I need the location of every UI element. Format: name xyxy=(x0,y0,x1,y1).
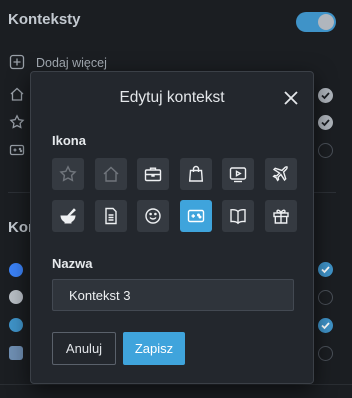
icon-option-airplane[interactable] xyxy=(264,158,297,190)
briefcase-icon xyxy=(144,167,162,182)
gamepad-icon xyxy=(187,209,204,223)
plus-square-icon[interactable] xyxy=(9,54,25,70)
icon-option-star[interactable] xyxy=(52,158,84,190)
icon-option-mortar-pestle[interactable] xyxy=(52,200,84,232)
contexts-title: Konteksty xyxy=(8,11,81,28)
icon-option-smiley[interactable] xyxy=(137,200,169,232)
app-vk-checkbox[interactable] xyxy=(318,346,333,361)
app-telegram-checkbox[interactable] xyxy=(318,318,333,333)
context-star-checkbox[interactable] xyxy=(318,115,333,130)
icon-picker xyxy=(52,158,297,232)
smiley-icon xyxy=(145,208,161,224)
home-icon xyxy=(10,87,24,101)
video-player-icon xyxy=(229,167,247,183)
star-icon xyxy=(9,114,25,129)
context-name-input[interactable] xyxy=(52,279,294,311)
star-icon xyxy=(59,165,77,182)
airplane-icon xyxy=(271,166,288,182)
icon-option-briefcase[interactable] xyxy=(137,158,169,190)
mortar-pestle-icon xyxy=(60,208,76,224)
context-home-checkbox[interactable] xyxy=(318,88,333,103)
edit-context-dialog: Edytuj kontekst Ikona Nazwa Kontekst 3 A… xyxy=(30,71,314,384)
gift-icon xyxy=(272,209,289,224)
cancel-button[interactable]: Anuluj xyxy=(52,332,116,365)
icon-option-home[interactable] xyxy=(94,158,127,190)
context-gamepad-checkbox[interactable] xyxy=(318,143,333,158)
gamepad-icon xyxy=(9,144,25,156)
book-icon xyxy=(230,209,246,225)
icon-option-gamepad[interactable] xyxy=(179,200,212,232)
shopping-bag-icon xyxy=(188,165,203,182)
icon-option-gift[interactable] xyxy=(264,200,297,232)
add-more-link[interactable]: Dodaj więcej xyxy=(36,56,107,70)
icon-section-label: Ikona xyxy=(52,133,86,148)
bottom-divider xyxy=(0,384,352,385)
save-button[interactable]: Zapisz xyxy=(123,332,185,365)
name-section-label: Nazwa xyxy=(52,256,93,271)
dialog-title: Edytuj kontekst xyxy=(119,89,225,106)
document-icon xyxy=(104,207,117,225)
telegram-icon xyxy=(9,318,23,332)
icon-option-video-player[interactable] xyxy=(222,158,254,190)
home-icon xyxy=(103,166,118,182)
icon-option-document[interactable] xyxy=(94,200,127,232)
app-whatsapp-checkbox[interactable] xyxy=(318,290,333,305)
messenger-icon xyxy=(9,263,23,277)
close-icon[interactable] xyxy=(282,89,300,107)
contexts-toggle[interactable] xyxy=(296,12,336,32)
icon-option-book[interactable] xyxy=(222,200,254,232)
vk-icon xyxy=(9,346,23,360)
app-messenger-checkbox[interactable] xyxy=(318,262,333,277)
icon-option-shopping-bag[interactable] xyxy=(179,158,212,190)
whatsapp-icon xyxy=(9,290,23,304)
